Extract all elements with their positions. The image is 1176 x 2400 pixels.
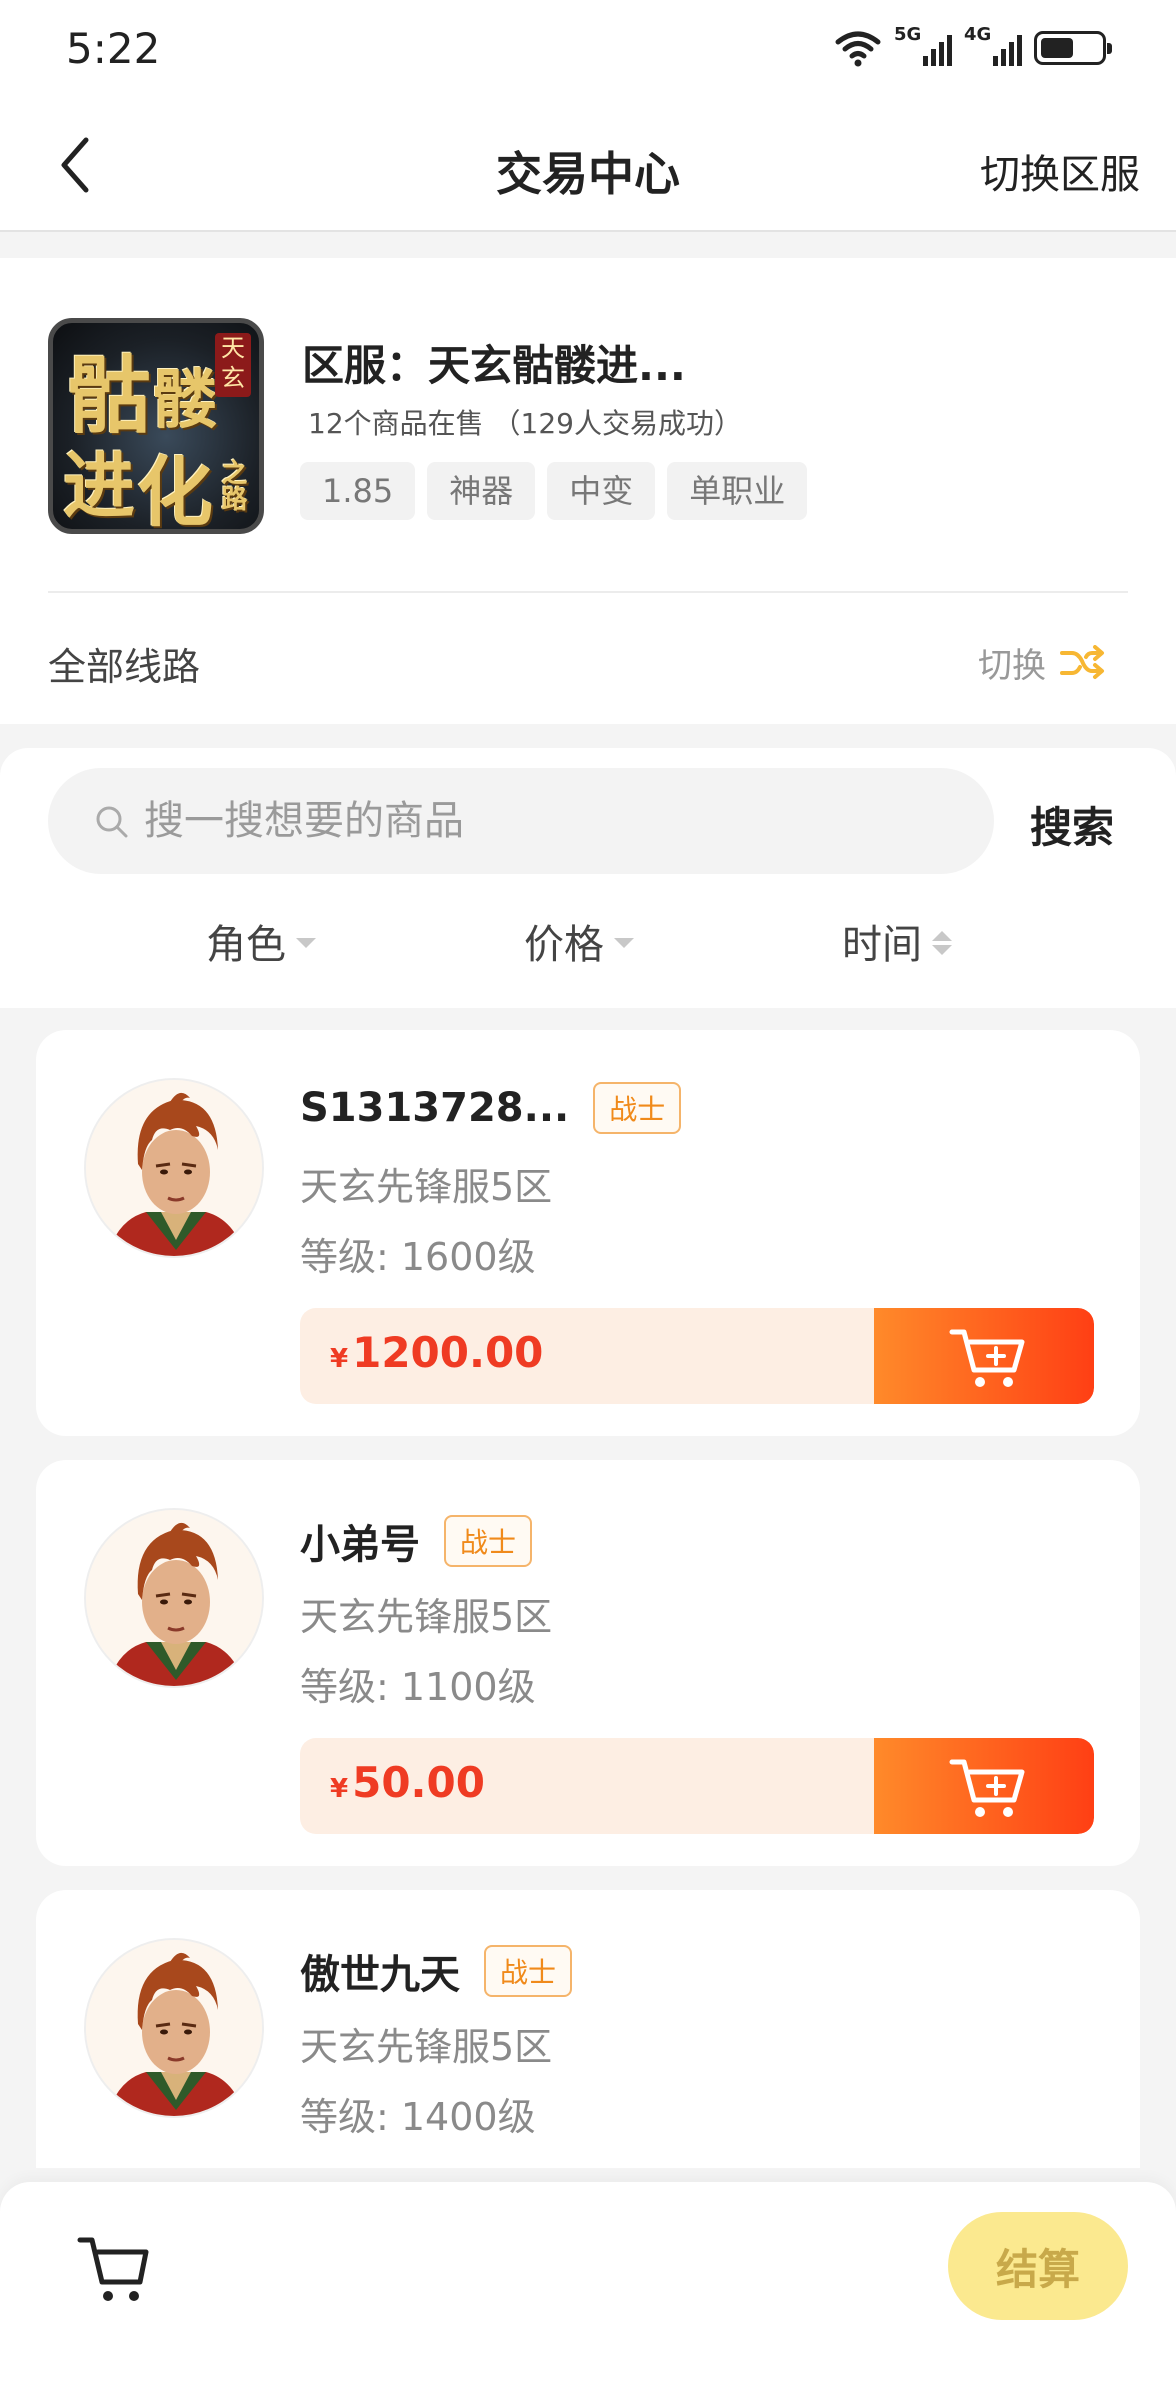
status-bar: 5:22 5G 4G (0, 0, 1176, 100)
nav-bar: 交易中心 切换区服 (0, 100, 1176, 232)
product-card[interactable]: S1313728... 战士 天玄先锋服5区 等级: 1600级 ¥1200.0… (36, 1030, 1140, 1436)
caret-down-icon (296, 938, 316, 948)
server-tags: 1.85 神器 中变 单职业 (300, 462, 808, 520)
server-name: 区服：天玄骷髅进... (302, 341, 686, 390)
add-to-cart-button[interactable] (874, 1308, 1094, 1404)
product-list: S1313728... 战士 天玄先锋服5区 等级: 1600级 ¥1200.0… (36, 1030, 1140, 2168)
price-bar: ¥50.00 (300, 1738, 1094, 1834)
character-avatar (84, 1078, 264, 1258)
product-level: 等级: 1100级 (300, 1665, 536, 1709)
shuffle-icon (1060, 644, 1104, 679)
product-card[interactable]: 傲世九天 战士 天玄先锋服5区 等级: 1400级 ¥ (36, 1890, 1140, 2168)
server-tag: 1.85 (300, 462, 416, 520)
divider (48, 591, 1128, 593)
wifi-icon (835, 31, 881, 67)
status-time: 5:22 (66, 24, 161, 73)
sort-time[interactable]: 时间 (842, 912, 952, 970)
product-card[interactable]: 小弟号 战士 天玄先锋服5区 等级: 1100级 ¥50.00 (36, 1460, 1140, 1866)
warrior-portrait (86, 1080, 262, 1256)
role-tag: 战士 (593, 1082, 682, 1134)
switch-line-button[interactable]: 切换 (978, 638, 1106, 687)
sort-bar: 角色 价格 时间 (0, 912, 1176, 982)
signal-5g-icon: 5G (894, 24, 952, 68)
server-stats: 12个商品在售 （129人交易成功） (308, 407, 742, 440)
add-to-cart-button[interactable] (874, 1738, 1094, 1834)
warrior-portrait (86, 1510, 262, 1686)
battery-icon (1034, 31, 1112, 65)
cart-plus-icon (949, 1759, 1025, 1817)
search-input[interactable] (144, 768, 964, 874)
warrior-portrait (86, 1940, 262, 2116)
search-panel: 搜索 角色 价格 时间 (0, 748, 1176, 1008)
product-name: 傲世九天 (300, 1952, 460, 1998)
checkout-button[interactable]: 结算 (948, 2212, 1128, 2320)
bottom-bar: 结算 (0, 2182, 1176, 2400)
search-button[interactable]: 搜索 (1030, 794, 1114, 855)
product-server: 天玄先锋服5区 (300, 2025, 553, 2069)
product-price: ¥1200.00 (330, 1328, 544, 1377)
search-box[interactable] (48, 768, 994, 874)
logo-badge: 天玄 (215, 333, 251, 397)
status-icons: 5G 4G (834, 24, 1112, 70)
character-avatar (84, 1508, 264, 1688)
server-tag: 中变 (547, 462, 656, 520)
all-lines-label: 全部线路 (48, 645, 201, 689)
product-price: ¥50.00 (330, 1758, 485, 1807)
caret-down-icon (614, 938, 634, 948)
game-logo: 骷 髅 进 化 天玄 之路 (48, 318, 264, 534)
product-level: 等级: 1600级 (300, 1235, 536, 1279)
signal-4g-icon: 4G (964, 24, 1022, 68)
search-icon (96, 806, 128, 838)
role-tag: 战士 (444, 1515, 533, 1567)
product-name: S1313728... (300, 1085, 570, 1131)
product-server: 天玄先锋服5区 (300, 1165, 553, 1209)
server-card: 骷 髅 进 化 天玄 之路 区服：天玄骷髅进... 12个商品在售 （129人交… (0, 258, 1176, 724)
product-level: 等级: 1400级 (300, 2095, 536, 2139)
server-tag: 单职业 (667, 462, 808, 520)
price-bar: ¥1200.00 (300, 1308, 1094, 1404)
switch-server-button[interactable]: 切换区服 (980, 142, 1140, 200)
sort-price[interactable]: 价格 (524, 912, 634, 970)
character-avatar (84, 1938, 264, 2118)
cart-icon[interactable] (76, 2232, 152, 2304)
server-tag: 神器 (427, 462, 536, 520)
sort-arrows-icon (932, 931, 952, 955)
sort-role[interactable]: 角色 (206, 912, 316, 970)
cart-plus-icon (949, 1329, 1025, 1387)
product-server: 天玄先锋服5区 (300, 1595, 553, 1639)
role-tag: 战士 (484, 1945, 573, 1997)
product-name: 小弟号 (300, 1522, 420, 1568)
